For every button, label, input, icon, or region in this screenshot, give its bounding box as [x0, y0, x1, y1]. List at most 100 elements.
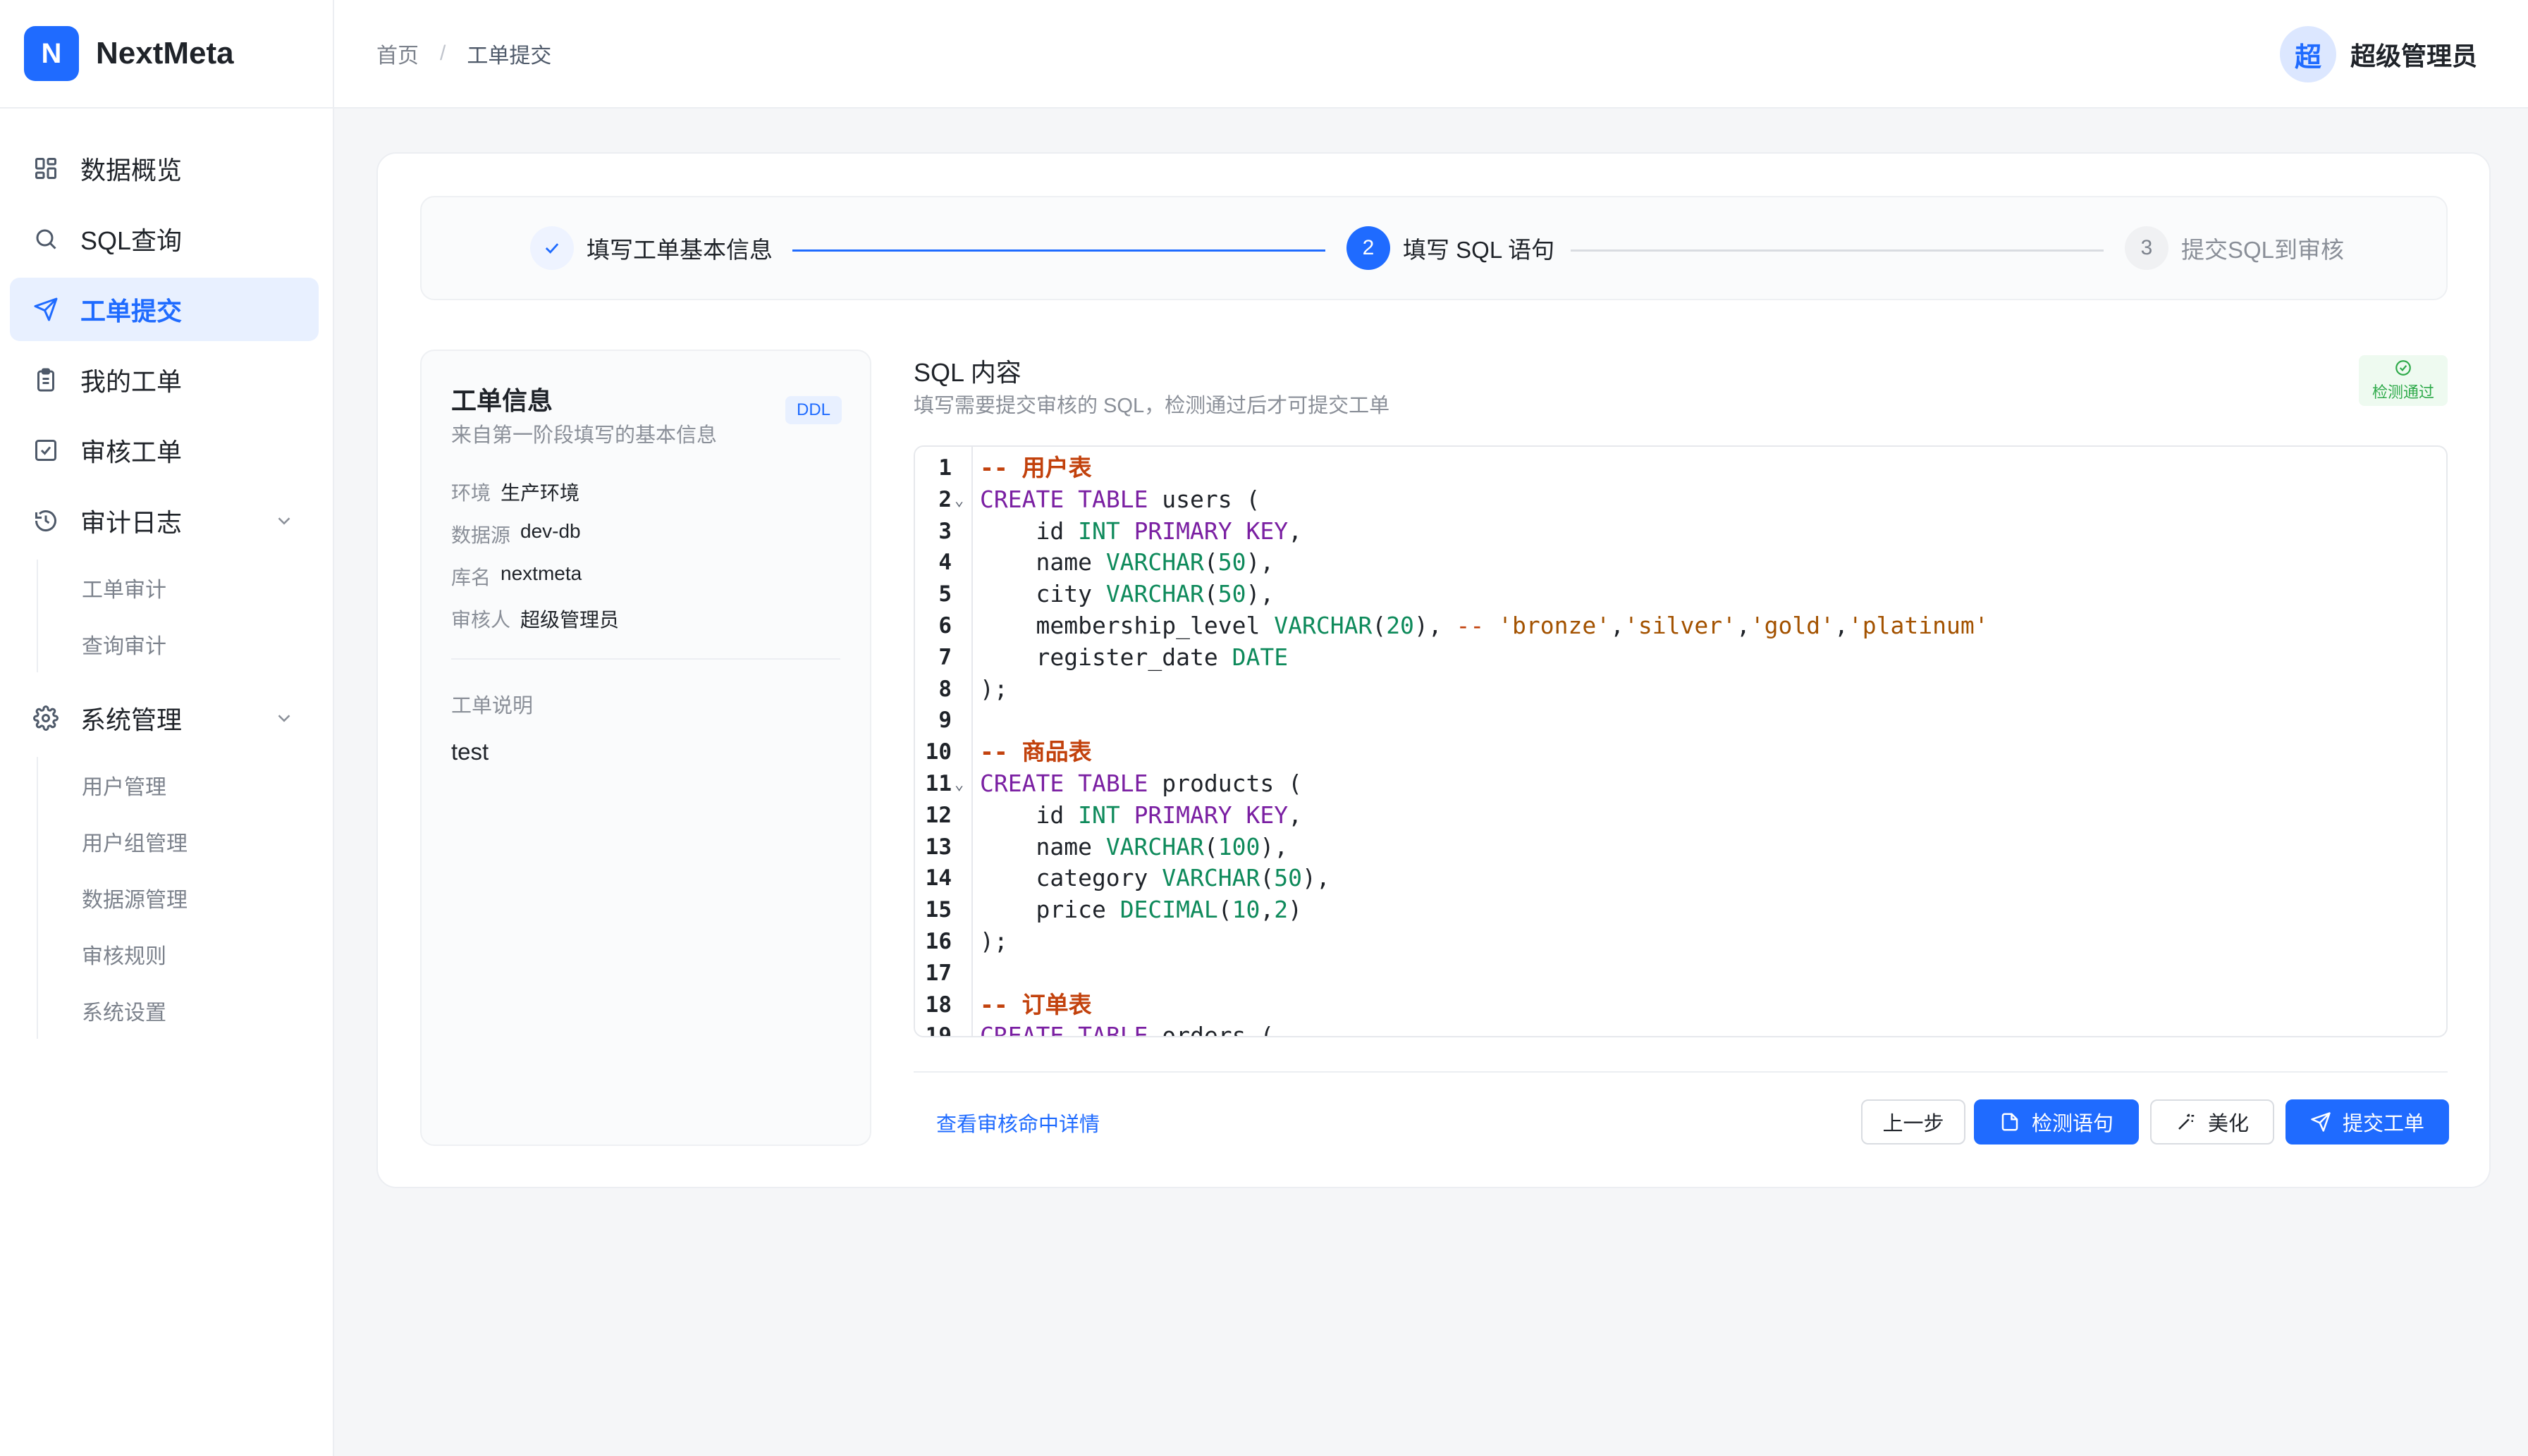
line-number: 15	[925, 897, 952, 923]
chevron-down-icon	[278, 517, 290, 525]
code-line: 8);	[915, 674, 2446, 705]
line-number: 14	[925, 865, 952, 892]
user-menu[interactable]: 超 超级管理员	[2279, 26, 2477, 82]
sql-section-title: SQL 内容	[914, 358, 1021, 387]
step-3: 3 提交SQL到审核	[2125, 226, 2344, 271]
sidebar-subitem-user-group-management[interactable]: 用户组管理	[38, 813, 333, 870]
step-label: 提交SQL到审核	[2181, 237, 2345, 263]
info-field-reviewer: 审核人 超级管理员	[451, 609, 620, 631]
sidebar-item-label: 工单提交	[80, 297, 183, 326]
info-field-environment: 环境 生产环境	[451, 482, 580, 504]
send-icon	[2310, 1111, 2331, 1133]
step-connector	[1571, 249, 2104, 252]
code-line: 7 register_date DATE	[915, 642, 2446, 674]
sidebar-subitem-query-audit[interactable]: 查询审计	[38, 616, 333, 672]
sidebar-item-label: 数据概览	[80, 156, 183, 185]
info-field-database: 库名 nextmeta	[451, 562, 582, 588]
sidebar-item-system-admin[interactable]: 系统管理	[10, 686, 319, 750]
sidebar-item-ticket-submit[interactable]: 工单提交	[10, 278, 319, 341]
sidebar-item-label: 审核工单	[80, 438, 183, 467]
breadcrumb-home[interactable]: 首页	[376, 38, 419, 69]
code-text: CREATE TABLE products (	[980, 769, 1302, 797]
line-number: 16	[925, 928, 952, 954]
line-number: 12	[925, 802, 952, 828]
description-label: 工单说明	[451, 695, 534, 717]
sidebar-item-label: 我的工单	[80, 367, 183, 396]
ticket-info-panel: 工单信息 来自第一阶段填写的基本信息 DDL 环境 生产环境 数据源 dev-d…	[420, 350, 871, 1146]
ticket-form-card: 填写工单基本信息 2 填写 SQL 语句 3 提交SQL到审核 工单信息 来自第…	[376, 152, 2491, 1188]
code-line: 17	[915, 958, 2446, 989]
line-number: 17	[925, 960, 952, 986]
line-number: 9	[938, 708, 952, 734]
top-header: 首页 / 工单提交 超 超级管理员	[334, 0, 2528, 109]
check-sql-button[interactable]: 检测语句	[1974, 1099, 2139, 1145]
sidebar-item-label: 系统管理	[80, 705, 183, 734]
breadcrumb-separator: /	[440, 42, 446, 65]
code-line: 2 ⌄ CREATE TABLE users (	[915, 484, 2446, 516]
code-line: 18 -- 订单表	[915, 989, 2446, 1021]
code-line: 16);	[915, 926, 2446, 958]
breadcrumb: 首页 / 工单提交	[376, 38, 551, 69]
code-line: 15 price DECIMAL(10,2)	[915, 894, 2446, 926]
sql-editor[interactable]: 1 -- 用户表 2 ⌄ CREATE TABLE users (3 id INT PR…	[914, 445, 2448, 1037]
step-number: 2	[1346, 226, 1390, 270]
code-line: 3 id INT PRIMARY KEY,	[915, 516, 2446, 548]
code-line: 14 category VARCHAR(50),	[915, 863, 2446, 894]
logo[interactable]: N NextMeta	[0, 0, 333, 109]
sidebar-subitem-review-rules[interactable]: 审核规则	[38, 926, 333, 982]
sidebar-item-dashboard[interactable]: 数据概览	[10, 137, 319, 200]
code-text: CREATE TABLE orders (	[980, 1022, 1275, 1037]
check-status-badge: 检测通过	[2359, 355, 2448, 406]
sidebar-nav: 数据概览 SQL查询 工单提交 我的工单 审核工单 审计日志 工单审计 查询审计…	[0, 109, 333, 1039]
divider	[451, 658, 840, 660]
audit-log-submenu: 工单审计 查询审计	[37, 560, 333, 672]
fold-chevron-icon[interactable]: ⌄	[955, 486, 964, 517]
logo-mark: N	[24, 26, 79, 81]
step-number: 3	[2125, 226, 2168, 270]
code-text: -- 商品表	[980, 738, 1092, 766]
gear-icon	[32, 705, 59, 732]
sidebar-item-audit-log[interactable]: 审计日志	[10, 489, 319, 553]
code-text: -- 用户表	[980, 454, 1092, 481]
history-icon	[32, 507, 59, 534]
code-line: 5 city VARCHAR(50),	[915, 579, 2446, 610]
line-number: 5	[938, 581, 952, 607]
sidebar-subitem-ticket-audit[interactable]: 工单审计	[38, 560, 333, 616]
code-text: );	[980, 927, 1008, 955]
sidebar-item-my-tickets[interactable]: 我的工单	[10, 348, 319, 412]
code-line: 4 name VARCHAR(50),	[915, 547, 2446, 579]
fold-chevron-icon[interactable]: ⌄	[955, 770, 964, 801]
submit-ticket-button[interactable]: 提交工单	[2285, 1099, 2449, 1145]
sidebar-subitem-user-management[interactable]: 用户管理	[38, 757, 333, 813]
step-label: 填写工单基本信息	[587, 237, 773, 263]
info-title: 工单信息	[451, 386, 553, 415]
user-name: 超级管理员	[2350, 42, 2477, 70]
beautify-button[interactable]: 美化	[2150, 1099, 2274, 1145]
code-text: price DECIMAL(10,2)	[980, 896, 1303, 924]
step-1: 填写工单基本信息	[530, 226, 773, 271]
code-text: -- 订单表	[980, 990, 1092, 1018]
code-text: name VARCHAR(50),	[980, 548, 1275, 576]
sidebar-item-sql-query[interactable]: SQL查询	[10, 207, 319, 271]
sidebar-item-review-tickets[interactable]: 审核工单	[10, 419, 319, 482]
system-admin-submenu: 用户管理 用户组管理 数据源管理 审核规则 系统设置	[37, 757, 333, 1039]
info-field-datasource: 数据源 dev-db	[451, 520, 581, 546]
sql-type-tag: DDL	[785, 396, 842, 424]
line-number: 2	[938, 486, 952, 512]
app-root: N NextMeta 数据概览 SQL查询 工单提交 我的工单 审核工单 审计日…	[0, 0, 2528, 1456]
prev-step-button[interactable]: 上一步	[1861, 1099, 1965, 1145]
dashboard-icon	[32, 155, 59, 182]
line-number: 11	[925, 770, 952, 796]
sidebar-subitem-system-settings[interactable]: 系统设置	[38, 982, 333, 1039]
code-line: 12 id INT PRIMARY KEY,	[915, 800, 2446, 832]
code-text: membership_level VARCHAR(20), -- 'bronze…	[980, 611, 1989, 639]
review-hit-details-link[interactable]: 查看审核命中详情	[936, 1108, 1100, 1137]
document-check-icon	[1999, 1111, 2020, 1133]
line-number: 18	[925, 992, 952, 1018]
code-text: city VARCHAR(50),	[980, 580, 1275, 608]
search-icon	[32, 226, 59, 252]
code-line: 19 CREATE TABLE orders (	[915, 1020, 2446, 1037]
sidebar-subitem-datasource-management[interactable]: 数据源管理	[38, 870, 333, 926]
code-text: id INT PRIMARY KEY,	[980, 801, 1302, 829]
line-number: 13	[925, 834, 952, 860]
